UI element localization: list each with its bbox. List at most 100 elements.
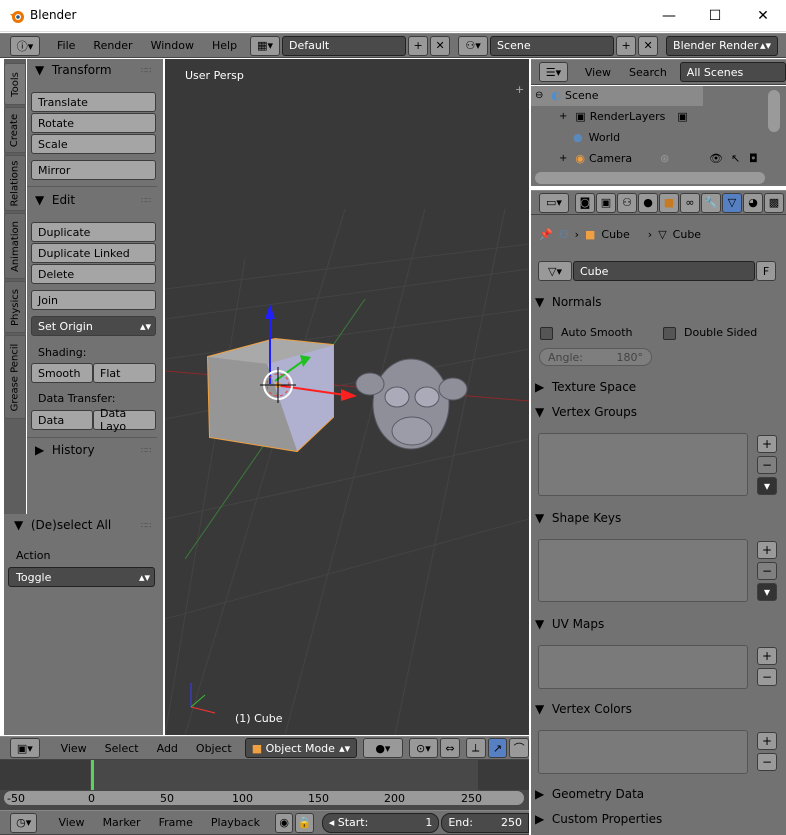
tab-physics[interactable]: Physics [4, 281, 26, 333]
add-scene-button[interactable]: + [616, 35, 637, 56]
menu-help[interactable]: Help [203, 39, 246, 52]
remove-vertex-color-button[interactable]: − [757, 753, 777, 771]
pivot-point-icon[interactable]: ⊙▾ [408, 738, 439, 758]
material-tab-icon[interactable]: ◕ [743, 192, 763, 213]
selectable-cursor-icon[interactable]: ↖ [731, 152, 740, 165]
outliner-filter-select[interactable]: All Scenes [679, 62, 786, 82]
smooth-button[interactable]: Smooth [31, 363, 93, 383]
fake-user-button[interactable]: F [756, 261, 776, 281]
shape-keys-panel-header[interactable]: ▼ Shape Keys [535, 511, 780, 525]
custom-properties-panel-header[interactable]: ▶ Custom Properties [535, 812, 780, 826]
drag-grip-icon[interactable]: ∷∷ [141, 446, 151, 455]
expand-icon[interactable]: + [559, 153, 567, 164]
action-select[interactable]: Toggle ▴▾ [8, 567, 155, 587]
render-tab-icon[interactable]: ◙ [575, 192, 595, 213]
add-shape-key-button[interactable]: + [757, 541, 777, 559]
uv-maps-panel-header[interactable]: ▼ UV Maps [535, 617, 780, 631]
duplicate-button[interactable]: Duplicate [31, 222, 156, 242]
tab-grease-pencil[interactable]: Grease Pencil [4, 335, 26, 419]
outliner-vscrollbar[interactable] [768, 90, 780, 132]
add-vertex-color-button[interactable]: + [757, 732, 777, 750]
menu-window[interactable]: Window [142, 39, 203, 52]
shape-key-specials-button[interactable]: ▾ [757, 583, 777, 601]
lock-icon[interactable]: 🔒 [295, 812, 314, 833]
remove-vertex-group-button[interactable]: − [757, 456, 777, 474]
start-frame-field[interactable]: ◂ Start: 1 [321, 812, 440, 833]
texture-space-panel-header[interactable]: ▶ Texture Space [535, 380, 780, 394]
remove-shape-key-button[interactable]: − [757, 562, 777, 580]
outliner-item-renderlayers[interactable]: + ▣ RenderLayers ▣ [559, 110, 688, 123]
vertex-colors-panel-header[interactable]: ▼ Vertex Colors [535, 702, 780, 716]
scale-button[interactable]: Scale [31, 134, 156, 154]
add-uv-map-button[interactable]: + [757, 647, 777, 665]
scene-tab-icon[interactable]: ⚇ [617, 192, 637, 213]
menu-view[interactable]: View [52, 742, 96, 755]
pin-icon[interactable]: 📌 [539, 228, 553, 241]
menu-file[interactable]: File [48, 39, 84, 52]
scale-manipulator-icon[interactable]: ⌒ [509, 738, 530, 758]
renderable-camera-icon[interactable]: ◘ [749, 152, 758, 165]
menu-render[interactable]: Render [84, 39, 141, 52]
scene-field[interactable]: Scene [490, 35, 615, 56]
end-frame-field[interactable]: End: 250 [441, 812, 529, 833]
delete-button[interactable]: Delete [31, 264, 156, 284]
render-layers-tab-icon[interactable]: ▣ [596, 192, 616, 213]
translate-manipulator-icon[interactable]: ⟂ [465, 738, 486, 758]
timeline-scrollbar[interactable] [4, 791, 524, 805]
constraints-tab-icon[interactable]: ∞ [680, 192, 700, 213]
transform-panel-header[interactable]: ▼ Transform [35, 63, 112, 77]
close-button[interactable]: ✕ [740, 0, 786, 32]
outliner-hscrollbar[interactable] [535, 172, 765, 184]
rotate-manipulator-icon[interactable]: ↗ [487, 738, 508, 758]
mode-select[interactable]: ■ Object Mode ▴▾ [244, 738, 358, 758]
outliner-item-camera[interactable]: + ◉ Camera ⊛ [559, 152, 669, 165]
scene-icon[interactable]: ⚇▾ [458, 35, 489, 56]
menu-add[interactable]: Add [148, 742, 187, 755]
mesh-browse-icon[interactable]: ▽▾ [538, 261, 572, 281]
shape-keys-list[interactable] [538, 539, 748, 602]
normals-panel-header[interactable]: ▼ Normals [535, 295, 780, 309]
mirror-button[interactable]: Mirror [31, 160, 156, 180]
outliner-menu-search[interactable]: Search [620, 66, 676, 79]
auto-smooth-checkbox[interactable]: Auto Smooth [540, 326, 632, 340]
menu-marker[interactable]: Marker [94, 816, 150, 829]
vertex-colors-list[interactable] [538, 730, 748, 774]
timeline[interactable]: -50 0 50 100 150 200 250 [0, 760, 529, 810]
menu-select[interactable]: Select [96, 742, 148, 755]
edit-panel-header[interactable]: ▼ Edit [35, 193, 75, 207]
tab-create[interactable]: Create [4, 107, 26, 153]
menu-frame[interactable]: Frame [150, 816, 202, 829]
tab-animation[interactable]: Animation [4, 213, 26, 279]
mesh-data-tab-icon[interactable]: ▽ [722, 192, 742, 213]
menu-view[interactable]: View [49, 816, 93, 829]
record-icon[interactable]: ◉ [274, 812, 294, 833]
duplicate-linked-button[interactable]: Duplicate Linked [31, 243, 156, 263]
outliner-item-scene[interactable]: ⊖ ◐ Scene [535, 89, 599, 102]
minimize-button[interactable]: — [646, 0, 692, 32]
modifiers-tab-icon[interactable]: 🔧 [701, 192, 721, 213]
history-panel-header[interactable]: ▶ History [35, 443, 95, 457]
properties-toggle-icon[interactable]: + [515, 83, 524, 96]
set-origin-select[interactable]: Set Origin ▴▾ [31, 316, 156, 336]
drag-grip-icon[interactable]: ∷∷ [141, 66, 151, 75]
join-button[interactable]: Join [31, 290, 156, 310]
manipulator-toggle-icon[interactable]: ⇔ [440, 738, 460, 758]
properties-editor-icon[interactable]: ▭▾ [539, 192, 569, 213]
remove-layout-button[interactable]: ✕ [430, 35, 451, 56]
tab-relations[interactable]: Relations [4, 155, 26, 211]
maximize-button[interactable]: ☐ [692, 0, 738, 32]
editor-type-icon[interactable]: ▣▾ [10, 738, 40, 758]
double-sided-checkbox[interactable]: Double Sided [663, 326, 757, 340]
world-tab-icon[interactable]: ● [638, 192, 658, 213]
drag-grip-icon[interactable]: ∷∷ [141, 521, 151, 530]
flat-button[interactable]: Flat [93, 363, 156, 383]
expand-icon[interactable]: + [559, 111, 567, 122]
drag-grip-icon[interactable]: ∷∷ [141, 196, 151, 205]
render-layers-toggle-icon[interactable]: ▣ [677, 110, 687, 123]
timeline-editor-icon[interactable]: ◷▾ [10, 812, 38, 833]
tab-tools[interactable]: Tools [4, 63, 26, 105]
add-layout-button[interactable]: + [408, 35, 429, 56]
visibility-eye-icon[interactable]: 👁 [709, 152, 723, 165]
shading-mode-icon[interactable]: ●▾ [363, 738, 403, 758]
remove-uv-map-button[interactable]: − [757, 668, 777, 686]
